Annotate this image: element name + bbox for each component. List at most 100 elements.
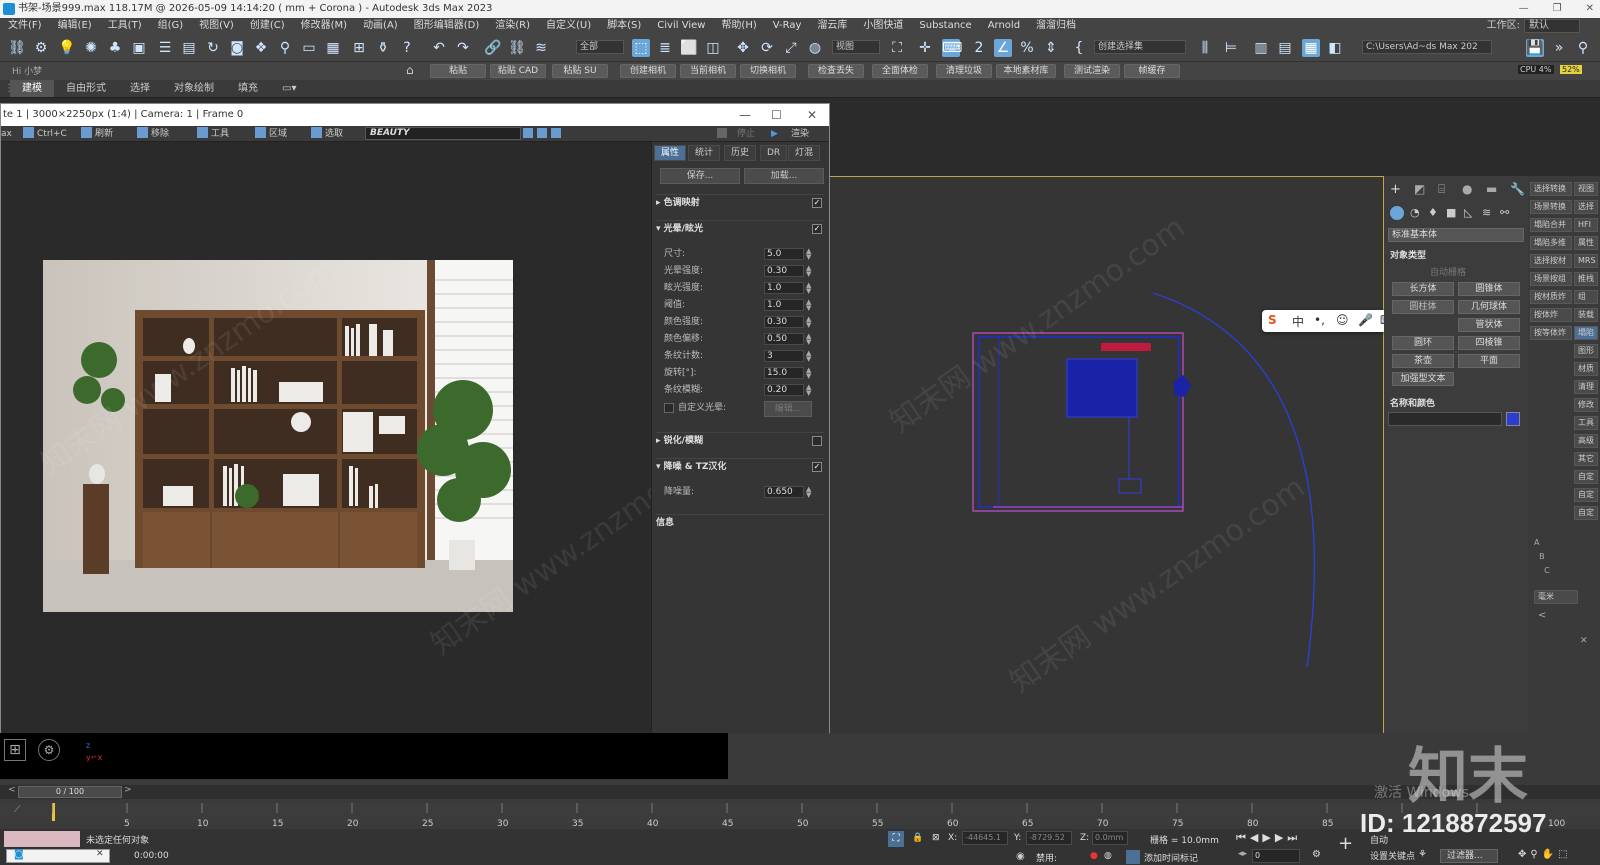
render-canvas[interactable]: 知末网 www.znzmo.com 知末网 www.znzmo.com — [1, 142, 732, 734]
param-threshold-value[interactable]: 1.0 — [764, 299, 804, 311]
frame-buffer-button[interactable]: 帧缓存 — [1124, 64, 1180, 78]
section-sharpen[interactable]: ▸ 锐化/模糊 — [656, 432, 824, 448]
window-crossing-icon[interactable]: ◫ — [704, 39, 722, 57]
rw-refresh-button[interactable]: 刷新 — [81, 127, 113, 141]
refresh-icon[interactable]: ↻ — [204, 39, 222, 57]
move-icon[interactable]: ✥ — [734, 39, 752, 57]
menu-rendering[interactable]: 渲染(R) — [487, 18, 538, 34]
pyramid-button[interactable]: 四棱锥 — [1458, 336, 1520, 350]
settings-gear-icon[interactable]: ⚙ — [38, 739, 60, 761]
strip-btn-21[interactable]: 修改 — [1574, 398, 1598, 412]
bind-space-warp-icon[interactable]: ≋ — [532, 39, 550, 57]
rollout-name-color[interactable]: 名称和颜色 — [1390, 396, 1435, 409]
render-minimize-button[interactable]: — — [739, 104, 751, 126]
create-camera-button[interactable]: 创建相机 — [620, 64, 676, 78]
time-tag-icon[interactable] — [1126, 850, 1140, 864]
menu-customize[interactable]: 自定义(U) — [538, 18, 599, 34]
save-icon[interactable]: 💾 — [1526, 39, 1544, 57]
cameras-icon[interactable]: ■ — [1446, 206, 1456, 219]
camera-icon[interactable]: ▣ — [130, 39, 148, 57]
strip-btn-16[interactable]: 按等体炸 — [1530, 326, 1572, 340]
render-icon[interactable]: ◙ — [228, 39, 246, 57]
close-button[interactable]: ✕ — [1586, 0, 1594, 18]
ribbon-toggle-icon[interactable]: ▤ — [1276, 39, 1294, 57]
ime-punctuation-icon[interactable]: •, — [1314, 313, 1325, 327]
spacewarps-icon[interactable]: ≋ — [1482, 206, 1491, 219]
menu-quick-render[interactable]: 小图快道 — [855, 18, 911, 34]
time-slider-thumb[interactable]: 0 / 100 — [18, 786, 122, 798]
curve-editor-icon[interactable]: ▦ — [1302, 39, 1320, 57]
minimize-button[interactable]: — — [1519, 0, 1529, 18]
sogou-logo-icon[interactable]: S — [1268, 313, 1277, 327]
tree-icon[interactable]: ♣ — [106, 39, 124, 57]
light-icon[interactable]: 💡 — [58, 39, 76, 57]
help-icon[interactable]: ? — [398, 39, 416, 57]
tab-stats[interactable]: 统计 — [688, 145, 721, 161]
tab-object-paint[interactable]: 对象绘制 — [162, 80, 226, 97]
section-bloom[interactable]: ▾ 光晕/眩光 ✓ — [656, 220, 824, 236]
cylinder-button[interactable]: 圆柱体 — [1392, 300, 1454, 314]
param-bloom-intensity-value[interactable]: 0.30 — [764, 265, 804, 277]
menu-archive[interactable]: 溜溜归档 — [1028, 18, 1084, 34]
tab-selection[interactable]: 选择 — [118, 80, 162, 97]
close-strip-icon[interactable]: ✕ — [1580, 636, 1588, 646]
teapot-icon[interactable]: ⚱ — [374, 39, 392, 57]
lock-icon[interactable]: 🔒 — [912, 833, 923, 843]
collapse-left-icon[interactable]: < — [1538, 610, 1546, 621]
spinner-icon[interactable]: ▲ ▼ — [806, 248, 811, 261]
restore-button[interactable]: ❐ — [1553, 0, 1562, 18]
spinner-icon[interactable]: ▲ ▼ — [806, 367, 811, 380]
strip-btn-6[interactable]: 塌陷多维 — [1530, 236, 1572, 250]
viewport-layout-icon[interactable]: ⊞ — [4, 739, 26, 761]
render-button[interactable]: 渲染 — [791, 127, 809, 141]
named-selection-dropdown[interactable]: 创建选择集 — [1094, 40, 1186, 54]
strip-btn-20[interactable]: 清理 — [1574, 380, 1598, 394]
unlink-icon[interactable]: ⚙ — [32, 39, 50, 57]
spinner-icon[interactable]: ▲ ▼ — [806, 384, 811, 397]
denoise-checkbox[interactable]: ✓ — [812, 462, 822, 472]
zoom-out-icon[interactable] — [551, 128, 561, 138]
time-slider-track[interactable]: < 0 / 100 > — [0, 785, 1600, 799]
rotate-icon[interactable]: ⟳ — [758, 39, 776, 57]
menu-tools[interactable]: 工具(T) — [100, 18, 150, 34]
time-slider-prev-icon[interactable]: < — [8, 785, 16, 795]
strip-btn-11[interactable]: 推栈 — [1574, 272, 1598, 286]
param-denoise-value[interactable]: 0.650 — [764, 486, 804, 498]
taskbar-app-icon[interactable]: ◙ — [14, 849, 24, 860]
object-color-swatch[interactable] — [1506, 412, 1520, 426]
custom-bloom-checkbox[interactable] — [664, 403, 674, 413]
param-size-value[interactable]: 5.0 — [764, 248, 804, 260]
playback-controls[interactable]: ⏮◀▶▶⏭ — [1236, 831, 1301, 845]
tonemap-checkbox[interactable]: ✓ — [812, 198, 822, 208]
tab-modeling[interactable]: 建模 — [10, 80, 54, 97]
hierarchy-tab-icon[interactable]: ⌸ — [1438, 182, 1445, 197]
paste-cad-button[interactable]: 粘贴 CAD — [490, 64, 546, 78]
align-icon[interactable]: ⊨ — [1222, 39, 1240, 57]
placement-icon[interactable]: ◍ — [806, 39, 824, 57]
add-time-tag[interactable]: 添加时间标记 — [1144, 851, 1198, 864]
paint-icon[interactable]: ❖ — [252, 39, 270, 57]
strip-btn-9[interactable]: MRS — [1574, 254, 1598, 268]
list-icon[interactable]: ☰ — [156, 39, 174, 57]
menu-group[interactable]: 组(G) — [150, 18, 192, 34]
test-render-button[interactable]: 测试渲染 — [1064, 64, 1120, 78]
tab-lightmix[interactable]: 灯混 — [788, 145, 821, 161]
key-mode-icon[interactable]: ◂▸ — [1238, 849, 1247, 859]
full-check-button[interactable]: 全面体检 — [872, 64, 928, 78]
box-icon[interactable]: ▤ — [180, 39, 198, 57]
strip-btn-0[interactable]: 选择转换 — [1530, 182, 1572, 196]
spinner-icon[interactable]: ▲ ▼ — [806, 265, 811, 278]
time-config-gear-icon[interactable]: ⚙ — [1312, 849, 1321, 860]
clean-garbage-button[interactable]: 清理垃圾 — [936, 64, 992, 78]
menu-scripting[interactable]: 脚本(S) — [599, 18, 649, 34]
primitive-type-dropdown[interactable]: 标准基本体 — [1388, 228, 1524, 242]
y-coord-field[interactable]: -8729.52 — [1026, 831, 1072, 845]
menu-graph-editors[interactable]: 图形编辑器(D) — [406, 18, 488, 34]
section-info[interactable]: 信息 — [656, 514, 824, 530]
menu-substance[interactable]: Substance — [911, 18, 979, 34]
menu-civil-view[interactable]: Civil View — [649, 18, 713, 34]
spinner-snap-icon[interactable]: ⇕ — [1042, 39, 1060, 57]
pivot-icon[interactable]: ⛶ — [888, 39, 906, 57]
param-glare-intensity-value[interactable]: 1.0 — [764, 282, 804, 294]
layer-explorer-icon[interactable]: ▥ — [1252, 39, 1270, 57]
